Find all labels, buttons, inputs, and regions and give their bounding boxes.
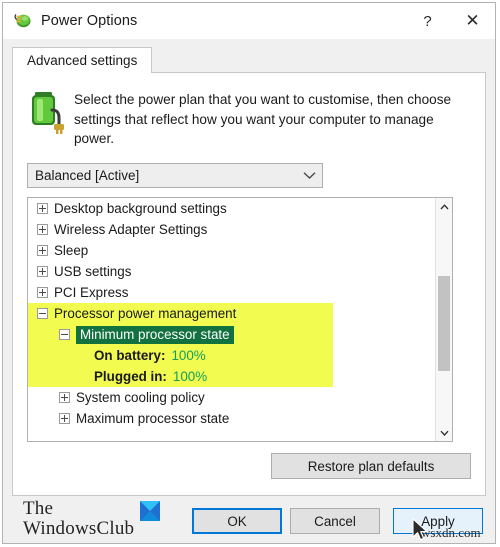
tree-scroll-area: Desktop background settings Wireless Ada… <box>28 198 435 441</box>
plugged-in-label: Plugged in: <box>94 369 167 384</box>
logo-line-2: WindowsClub <box>23 518 135 539</box>
tree-item-label: Sleep <box>54 243 89 258</box>
scroll-up-icon[interactable] <box>436 198 452 215</box>
expander-plus-icon[interactable] <box>59 392 70 403</box>
expander-minus-icon[interactable] <box>59 329 70 340</box>
on-battery-label: On battery: <box>94 348 166 363</box>
expander-minus-icon[interactable] <box>37 308 48 319</box>
logo-line-1: The <box>23 498 54 519</box>
windowsclub-diamond-icon <box>140 501 161 521</box>
tree-item-minimum-processor-state[interactable]: Minimum processor state <box>28 324 435 345</box>
caption-buttons: ? ✕ <box>405 3 495 39</box>
tree-item-wireless-adapter-settings[interactable]: Wireless Adapter Settings <box>28 219 435 240</box>
close-icon[interactable]: ✕ <box>450 3 495 39</box>
power-plan-selected-value: Balanced [Active] <box>35 168 140 183</box>
advanced-settings-tree[interactable]: Desktop background settings Wireless Ada… <box>27 197 453 442</box>
tree-item-system-cooling-policy[interactable]: System cooling policy <box>28 387 435 408</box>
tree-item-plugged-in[interactable]: Plugged in: 100% <box>28 366 435 387</box>
window-title: Power Options <box>41 13 138 29</box>
plan-description-row: Select the power plan that you want to c… <box>24 88 473 149</box>
tab-panel-advanced-settings: Select the power plan that you want to c… <box>12 72 486 496</box>
windowsclub-logo: The WindowsClub <box>23 498 161 539</box>
tree-item-label: Maximum processor state <box>76 411 230 426</box>
scroll-down-icon[interactable] <box>436 424 452 441</box>
tab-advanced-settings[interactable]: Advanced settings <box>12 47 153 73</box>
cancel-button[interactable]: Cancel <box>290 508 380 534</box>
expander-plus-icon[interactable] <box>37 245 48 256</box>
battery-plug-icon <box>32 92 64 134</box>
dialog-body: Advanced settings Select the power plan … <box>3 39 495 543</box>
plugged-in-value[interactable]: 100% <box>173 369 207 384</box>
tree-item-desktop-background-settings[interactable]: Desktop background settings <box>28 198 435 219</box>
expander-plus-icon[interactable] <box>59 413 70 424</box>
ok-button[interactable]: OK <box>192 508 282 534</box>
tree-item-label-selected: Minimum processor state <box>76 325 234 344</box>
tree-item-label: USB settings <box>54 264 132 279</box>
tree-item-label: Wireless Adapter Settings <box>54 222 208 237</box>
chevron-down-icon <box>296 171 322 180</box>
tree-item-processor-power-management[interactable]: Processor power management <box>28 303 435 324</box>
help-button[interactable]: ? <box>405 3 450 39</box>
expander-plus-icon[interactable] <box>37 203 48 214</box>
tree-item-pci-express[interactable]: PCI Express <box>28 282 435 303</box>
tree-item-label: Processor power management <box>54 306 237 321</box>
tree-scrollbar[interactable] <box>435 198 452 441</box>
tree-item-label: PCI Express <box>54 285 129 300</box>
expander-plus-icon[interactable] <box>37 224 48 235</box>
tree-item-label: System cooling policy <box>76 390 205 405</box>
power-plan-icon <box>14 14 31 28</box>
plan-description-text: Select the power plan that you want to c… <box>74 92 452 146</box>
expander-plus-icon[interactable] <box>37 287 48 298</box>
power-plan-dropdown[interactable]: Balanced [Active] <box>27 163 323 188</box>
title-bar: Power Options ? ✕ <box>3 3 495 39</box>
power-options-window: Power Options ? ✕ Advanced settings Sele… <box>2 2 496 544</box>
tree-item-maximum-processor-state[interactable]: Maximum processor state <box>28 408 435 429</box>
tree-item-on-battery[interactable]: On battery: 100% <box>28 345 435 366</box>
tab-strip: Advanced settings <box>12 47 486 73</box>
expander-plus-icon[interactable] <box>37 266 48 277</box>
restore-plan-defaults-button[interactable]: Restore plan defaults <box>271 453 471 479</box>
tree-item-label: Desktop background settings <box>54 201 227 216</box>
tree-item-usb-settings[interactable]: USB settings <box>28 261 435 282</box>
tree-item-sleep[interactable]: Sleep <box>28 240 435 261</box>
on-battery-value[interactable]: 100% <box>171 348 205 363</box>
site-watermark: wsxdn.com <box>421 525 481 540</box>
scrollbar-thumb[interactable] <box>438 276 450 371</box>
